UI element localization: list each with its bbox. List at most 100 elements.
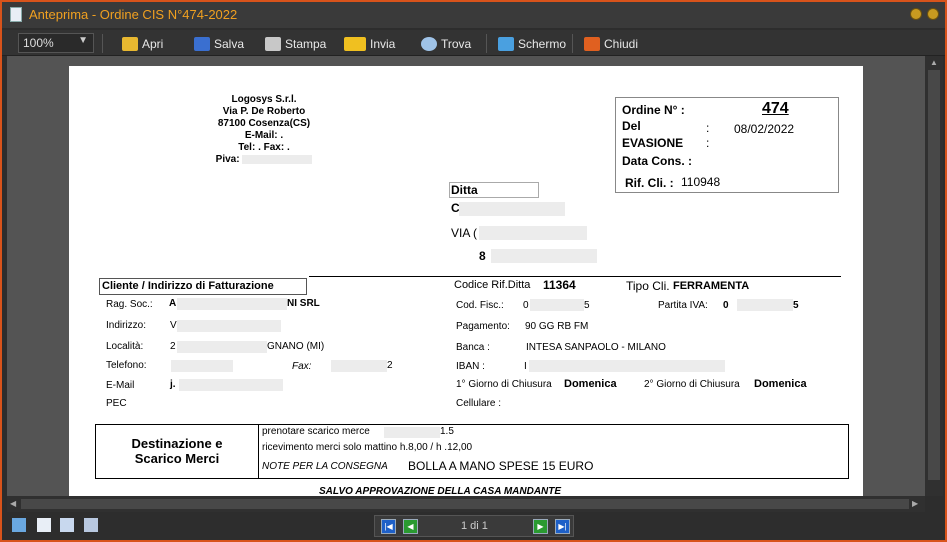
tipo-cli-value: FERRAMENTA <box>673 280 750 292</box>
piva-value-start: 0 <box>723 300 729 311</box>
horizontal-scroll-thumb[interactable] <box>21 499 909 509</box>
single-page-icon[interactable] <box>37 518 51 532</box>
company-piva: Piva: <box>179 154 349 166</box>
note-consegna-value: BOLLA A MANO SPESE 15 EURO <box>408 459 594 473</box>
localita-label: Località: <box>106 341 144 352</box>
codfisc-label: Cod. Fisc.: <box>456 300 504 311</box>
redacted-field <box>459 202 565 216</box>
pagamento-value: 90 GG RB FM <box>525 321 589 332</box>
close-label: Chiudi <box>604 37 639 51</box>
order-date-label: Del <box>622 119 641 133</box>
send-button[interactable]: Invia <box>344 34 395 54</box>
destinazione-title-line1: Destinazione e <box>131 436 223 451</box>
destinazione-line-1-start: prenotare scarico merce <box>262 426 370 437</box>
fax-value-end: 2 <box>387 360 393 371</box>
save-label: Salva <box>214 37 245 51</box>
scroll-right-icon[interactable]: ▶ <box>912 499 918 508</box>
open-button[interactable]: Apri <box>122 34 163 54</box>
data-consegna-label: Data Cons. : <box>622 154 693 168</box>
banca-value: INTESA SANPAOLO - MILANO <box>526 342 666 353</box>
preview-viewport[interactable]: Logosys S.r.l. Via P. De Roberto 87100 C… <box>7 56 925 496</box>
prev-page-icon[interactable]: ◀ <box>403 519 418 534</box>
magnifier-icon <box>421 37 437 51</box>
close-preview-button[interactable]: Chiudi <box>584 34 638 54</box>
save-icon <box>194 37 210 51</box>
monitor-icon[interactable] <box>12 518 26 532</box>
scroll-left-icon[interactable]: ◀ <box>10 499 16 508</box>
destinazione-title-line2: Scarico Merci <box>134 451 220 466</box>
destinazione-line-2: ricevimento merci solo mattino h.8,00 / … <box>262 442 473 453</box>
giorno1-value: Domenica <box>564 378 617 390</box>
pec-label: PEC <box>106 398 127 409</box>
find-button[interactable]: Trova <box>421 34 471 54</box>
ragsoc-value-end: NI SRL <box>287 298 320 309</box>
monitor-icon <box>498 37 514 51</box>
redacted-field <box>177 341 267 353</box>
localita-value-end: GNANO (MI) <box>267 341 325 352</box>
vertical-scroll-thumb[interactable] <box>928 70 940 480</box>
iban-label: IBAN : <box>456 361 485 372</box>
indirizzo-value: V <box>170 320 177 331</box>
company-city: 87100 Cosenza(CS) <box>217 118 311 129</box>
status-bar: |◀ ◀ 1 di 1 ▶ ▶| <box>2 512 945 540</box>
scroll-up-icon[interactable]: ▲ <box>930 58 938 67</box>
next-page-icon[interactable]: ▶ <box>533 519 548 534</box>
document-page: Logosys S.r.l. Via P. De Roberto 87100 C… <box>69 66 863 496</box>
title-bar: Anteprima - Ordine CIS N°474-2022 <box>2 2 945 28</box>
fit-width-icon[interactable] <box>84 518 98 532</box>
print-button[interactable]: Stampa <box>265 34 326 54</box>
telefono-label: Telefono: <box>106 360 147 371</box>
rif-cli-value: 110948 <box>681 175 721 189</box>
first-page-icon[interactable]: |◀ <box>381 519 396 534</box>
destinazione-box: Destinazione e Scarico Merci prenotare s… <box>95 424 849 479</box>
piva-value-end: 5 <box>793 300 799 311</box>
note-consegna-label: NOTE PER LA CONSEGNA <box>262 461 388 472</box>
email-value: j. <box>170 379 176 390</box>
redacted-field <box>384 427 440 438</box>
indirizzo-label: Indirizzo: <box>106 320 147 331</box>
toolbar: 100% ▼ Apri Salva Stampa Invia Trova Sch… <box>2 30 945 56</box>
two-pages-icon[interactable] <box>60 518 74 532</box>
document-icon <box>10 7 22 22</box>
order-box: Ordine N° : 474 Del : 08/02/2022 EVASION… <box>615 97 839 193</box>
redacted-field <box>177 298 287 310</box>
redacted-field <box>479 226 587 240</box>
last-page-icon[interactable]: ▶| <box>555 519 570 534</box>
vertical-scrollbar[interactable]: ▲ <box>925 56 943 496</box>
ditta-city: 8 <box>479 249 486 263</box>
minimize-button[interactable] <box>910 8 922 20</box>
codice-rif-label: Codice Rif.Ditta <box>454 279 531 291</box>
cliente-section-box: Cliente / Indirizzo di Fatturazione <box>99 278 307 295</box>
ditta-label-box: Ditta <box>449 182 539 198</box>
piva-label: Partita IVA: <box>658 300 708 311</box>
rif-cli-label: Rif. Cli. : <box>625 176 674 190</box>
screen-label: Schermo <box>518 37 567 51</box>
zoom-value: 100% <box>23 36 54 50</box>
tipo-cli-label: Tipo Cli. <box>626 279 670 293</box>
find-label: Trova <box>441 37 472 51</box>
screen-button[interactable]: Schermo <box>498 34 566 54</box>
chevron-down-icon: ▼ <box>78 35 88 46</box>
horizontal-scrollbar[interactable]: ◀ ▶ <box>7 496 925 512</box>
close-window-button[interactable] <box>927 8 939 20</box>
evasione-label: EVASIONE <box>622 136 684 150</box>
print-label: Stampa <box>285 37 327 51</box>
giorno1-label: 1° Giorno di Chiusura <box>456 379 552 390</box>
cliente-section-title: Cliente / Indirizzo di Fatturazione <box>102 280 274 292</box>
pagamento-label: Pagamento: <box>456 321 510 332</box>
zoom-select[interactable]: 100% ▼ <box>18 33 94 53</box>
page-indicator: 1 di 1 <box>461 520 488 532</box>
iban-value-start: I <box>524 361 527 372</box>
company-street: Via P. De Roberto <box>222 106 306 117</box>
redacted-field <box>331 360 387 372</box>
ditta-address: VIA ( <box>451 226 478 240</box>
giorno2-label: 2° Giorno di Chiusura <box>644 379 740 390</box>
order-number-label: Ordine N° : <box>622 103 685 117</box>
printer-icon <box>265 37 281 51</box>
save-button[interactable]: Salva <box>194 34 244 54</box>
page-navigator: |◀ ◀ 1 di 1 ▶ ▶| <box>374 515 574 537</box>
order-date: 08/02/2022 <box>734 122 795 136</box>
toolbar-separator <box>572 34 573 53</box>
redacted-field <box>529 360 725 372</box>
redacted-field <box>171 360 233 372</box>
